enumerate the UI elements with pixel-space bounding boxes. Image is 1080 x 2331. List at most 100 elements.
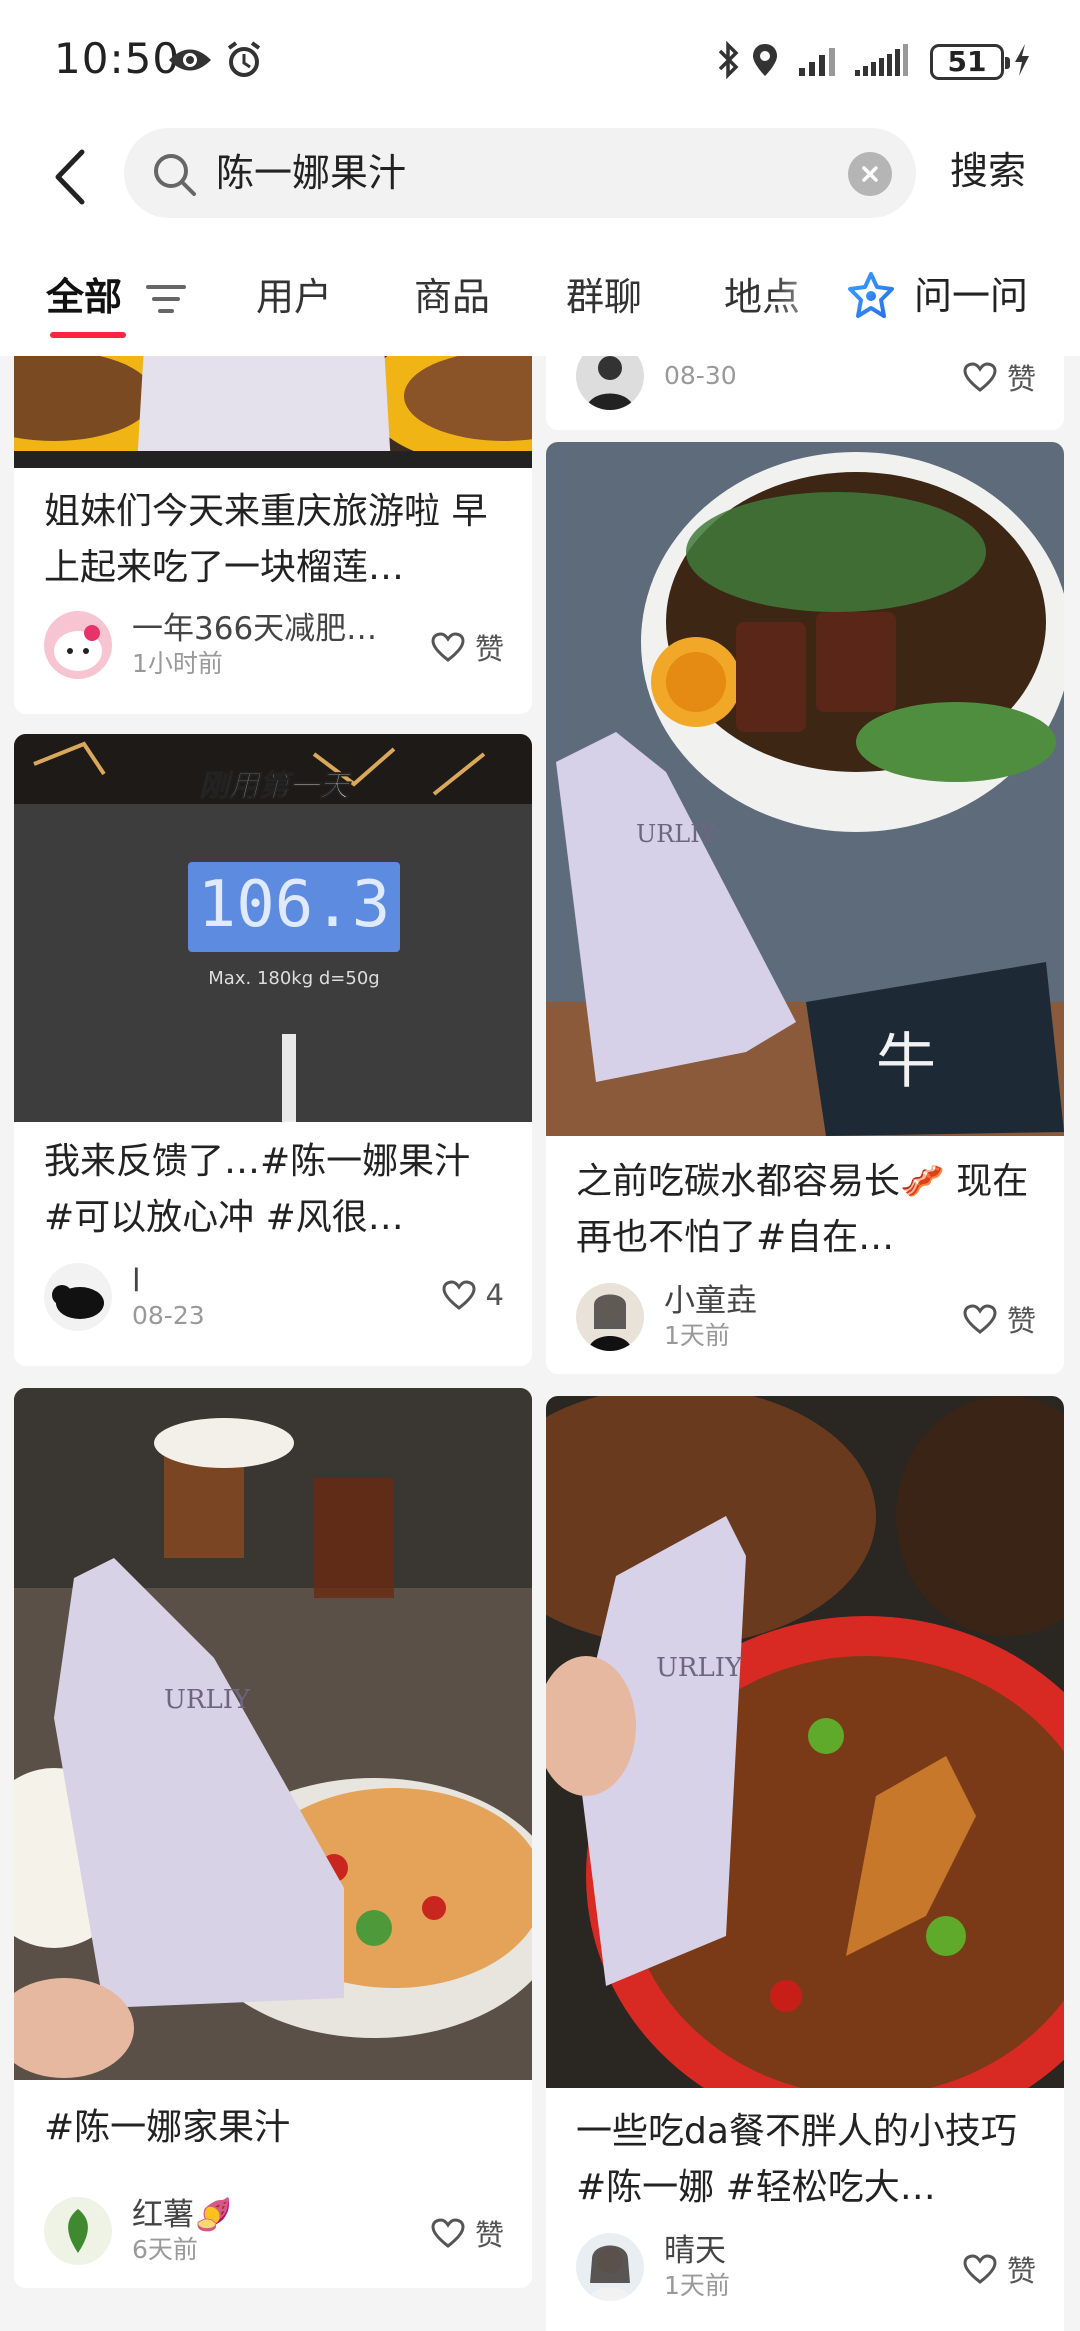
search-header: 陈一娜果汁 搜索 — [0, 120, 1080, 240]
filter-icon[interactable] — [146, 282, 186, 316]
heart-icon — [963, 1304, 997, 1334]
ask-button-label: 问一问 — [914, 274, 1029, 318]
like-button[interactable]: 赞 — [431, 2212, 504, 2254]
search-query-text[interactable]: 陈一娜果汁 — [216, 146, 406, 200]
note-card[interactable]: URLIY 牛 之前吃碳水都容易长🥓 现在再也不怕了#自在… 小童垚 1天前 赞 — [546, 442, 1064, 1374]
note-title: 一些吃da餐不胖人的小技巧 #陈一娜 #轻松吃大… — [576, 2111, 1017, 2208]
tab-products[interactable]: 商品 — [414, 270, 490, 324]
ask-button[interactable]: 问一问 — [846, 264, 1028, 328]
star-sparkle-icon — [848, 272, 894, 318]
note-author[interactable]: 红薯🍠 6天前 — [44, 2196, 233, 2266]
avatar — [576, 356, 644, 410]
note-title: #陈一娜家果汁 — [44, 2107, 291, 2148]
like-count: 4 — [485, 1278, 504, 1312]
tab-label: 商品 — [414, 275, 491, 319]
tab-fade-overlay — [772, 260, 842, 340]
charging-icon — [1010, 40, 1034, 80]
search-button[interactable]: 搜索 — [950, 144, 1026, 198]
scale-reading: 106.3 — [198, 868, 391, 942]
like-count: 赞 — [1006, 2254, 1036, 2288]
results-feed: 姐妹们今天来重庆旅游啦 早上起来吃了一块榴莲… 一年366天减肥… 1小时前 赞 — [0, 356, 1080, 2331]
tab-label: 群聊 — [566, 275, 643, 319]
like-button[interactable]: 赞 — [431, 626, 504, 668]
avatar — [576, 2233, 644, 2301]
eye-icon — [166, 40, 214, 80]
clear-search-button[interactable] — [848, 152, 892, 196]
tab-users[interactable]: 用户 — [256, 270, 332, 324]
post-time: 08-30 — [664, 361, 737, 390]
note-image: URLIY 牛 — [546, 442, 1064, 1136]
like-count: 赞 — [1006, 1304, 1036, 1338]
battery-indicator: 51 — [930, 44, 1010, 80]
note-image: URLIY — [14, 1388, 532, 2080]
signal-icon-1 — [796, 40, 844, 80]
heart-icon — [963, 2254, 997, 2284]
heart-icon — [431, 2218, 465, 2248]
active-tab-indicator — [50, 332, 126, 338]
back-arrow-icon — [55, 149, 85, 205]
avatar — [44, 611, 112, 679]
note-author[interactable]: 晴天 1天前 — [576, 2232, 730, 2302]
post-time: 08-23 — [132, 1301, 205, 1330]
like-count: 赞 — [1006, 362, 1036, 396]
note-card[interactable]: 106.3 Max. 180kg d=50g 刚用第一天 我来反馈了…#陈一娜果… — [14, 734, 532, 1366]
like-button[interactable]: 赞 — [963, 356, 1036, 398]
avatar — [576, 1283, 644, 1351]
pouch-brand: URLIY — [656, 1653, 743, 1683]
signal-icon-2 — [852, 40, 916, 80]
avatar — [44, 1263, 112, 1331]
tab-all[interactable]: 全部 — [46, 270, 122, 324]
tab-label: 用户 — [256, 275, 333, 319]
pouch-brand: URLIY — [636, 820, 717, 848]
author-name: 红薯🍠 — [132, 2197, 233, 2233]
bluetooth-icon — [714, 40, 744, 80]
note-title: 我来反馈了…#陈一娜果汁 #可以放心冲 #风很… — [44, 1141, 471, 1238]
heart-icon — [442, 1280, 476, 1310]
post-time: 6天前 — [132, 2235, 198, 2264]
note-author[interactable]: l 08-23 — [44, 1262, 205, 1332]
note-title: 之前吃碳水都容易长🥓 现在再也不怕了#自在… — [576, 1161, 1029, 1258]
note-card[interactable]: URLIY 一些吃da餐不胖人的小技巧 #陈一娜 #轻松吃大… 晴天 1天前 赞 — [546, 1396, 1064, 2331]
author-name: l — [132, 1263, 141, 1299]
note-image — [14, 356, 532, 468]
back-button[interactable] — [40, 142, 100, 212]
post-time: 1小时前 — [132, 649, 223, 678]
author-name: 晴天 — [664, 2233, 726, 2269]
author-name: 一年366天减肥… — [132, 611, 378, 647]
note-title: 姐妹们今天来重庆旅游啦 早上起来吃了一块榴莲… — [44, 491, 488, 588]
like-button[interactable]: 4 — [442, 1278, 504, 1312]
pouch-brand: URLIY — [164, 1685, 251, 1715]
alarm-icon — [222, 40, 266, 80]
tab-group-chats[interactable]: 群聊 — [566, 270, 642, 324]
note-image: URLIY — [546, 1396, 1064, 2088]
like-count: 赞 — [474, 632, 504, 666]
search-input[interactable]: 陈一娜果汁 — [124, 128, 916, 218]
note-card[interactable]: 08-30 赞 — [546, 356, 1064, 430]
heart-icon — [963, 362, 997, 392]
note-author[interactable]: 小童垚 1天前 — [576, 1282, 757, 1352]
note-image: 106.3 Max. 180kg d=50g 刚用第一天 — [14, 734, 532, 1122]
like-count: 赞 — [474, 2218, 504, 2252]
avatar — [44, 2197, 112, 2265]
note-author[interactable]: 08-30 — [576, 356, 737, 410]
post-time: 1天前 — [664, 2271, 730, 2300]
like-button[interactable]: 赞 — [963, 1298, 1036, 1340]
status-bar: 10:50 51 — [0, 0, 1080, 120]
tab-label: 全部 — [46, 275, 123, 319]
author-name: 小童垚 — [664, 1283, 757, 1319]
svg-text:牛: 牛 — [876, 1027, 936, 1097]
note-card[interactable]: 姐妹们今天来重庆旅游啦 早上起来吃了一块榴莲… 一年366天减肥… 1小时前 赞 — [14, 356, 532, 714]
screen: 10:50 51 陈一娜果汁 搜索 全部 用户 商品 群聊 地点 问一问 姐妹们… — [0, 0, 1080, 2331]
note-card[interactable]: URLIY #陈一娜家果汁 红薯🍠 6天前 赞 — [14, 1388, 532, 2288]
close-icon — [862, 166, 878, 182]
heart-icon — [431, 632, 465, 662]
search-icon — [154, 154, 196, 196]
status-time: 10:50 — [54, 34, 181, 83]
image-caption: 刚用第一天 — [199, 769, 353, 804]
post-time: 1天前 — [664, 1321, 730, 1350]
like-button[interactable]: 赞 — [963, 2248, 1036, 2290]
note-author[interactable]: 一年366天减肥… 1小时前 — [44, 610, 377, 680]
scale-label: Max. 180kg d=50g — [208, 968, 379, 989]
location-icon — [748, 40, 782, 80]
filter-tabs: 全部 用户 商品 群聊 地点 问一问 — [0, 240, 1080, 356]
